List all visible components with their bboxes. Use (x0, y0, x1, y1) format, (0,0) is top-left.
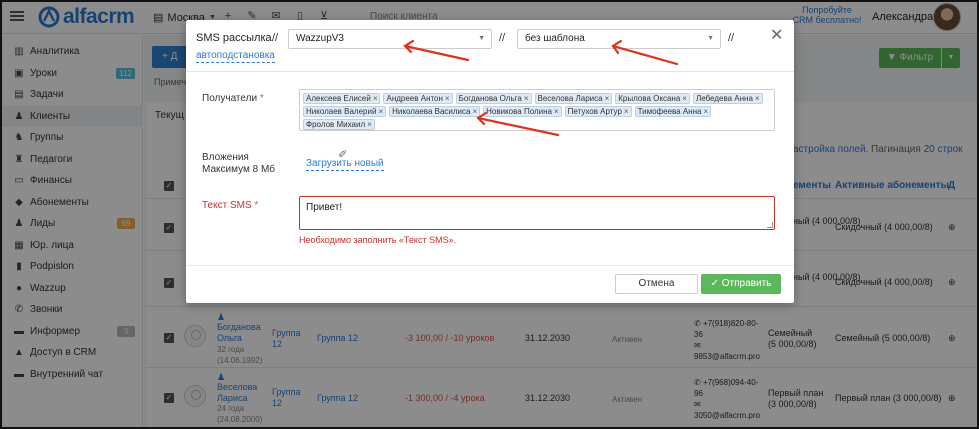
recipient-tag[interactable]: Тимофеева Анна × (634, 106, 712, 117)
sms-broadcast-dialog: SMS рассылка // WazzupV3 ▼ // без шаблон… (186, 20, 794, 303)
required-mark: * (254, 200, 259, 211)
remove-recipient-icon[interactable]: × (472, 107, 477, 116)
recipient-name: Тимофеева Анна (637, 107, 702, 116)
close-icon[interactable]: ✕ (770, 28, 783, 44)
sms-text-input[interactable]: Привет! (299, 196, 775, 230)
upload-new-link[interactable]: Загрузить новый (306, 158, 384, 171)
attachments-label-limit: Максимум 8 Мб (202, 164, 276, 175)
remove-recipient-icon[interactable]: × (373, 94, 378, 103)
remove-recipient-icon[interactable]: × (624, 107, 629, 116)
title-separator: // (499, 32, 506, 44)
recipients-label: Получатели * (202, 93, 264, 105)
sms-text-label-text: Текст SMS (202, 200, 252, 211)
recipient-tag[interactable]: Николаев Валерий × (303, 106, 387, 117)
cancel-button[interactable]: Отмена (615, 274, 698, 294)
sms-text-value: Привет! (306, 202, 343, 213)
recipient-name: Крылова Оксана (618, 94, 681, 103)
recipient-tag[interactable]: Петухов Артур × (564, 106, 632, 117)
remove-recipient-icon[interactable]: × (703, 107, 708, 116)
recipient-name: Андреев Антон (386, 94, 443, 103)
channel-value: WazzupV3 (296, 33, 344, 44)
recipient-tag[interactable]: Лебедева Анна × (692, 93, 763, 104)
recipient-tag[interactable]: Андреев Антон × (383, 93, 453, 104)
recipients-field[interactable]: Алексеев Елисей × Андреев Антон × Богданова … (299, 89, 775, 131)
remove-recipient-icon[interactable]: × (445, 94, 450, 103)
attachments-label: Вложения Максимум 8 Мб (202, 152, 275, 176)
recipients-label-text: Получатели (202, 93, 258, 104)
recipient-name: Николаев Валерий (306, 107, 377, 116)
remove-recipient-icon[interactable]: × (605, 94, 610, 103)
remove-recipient-icon[interactable]: × (682, 94, 687, 103)
sms-text-error: Необходимо заполнить «Текст SMS». (299, 235, 457, 245)
dialog-header: SMS рассылка // WazzupV3 ▼ // без шаблон… (186, 20, 794, 72)
remove-recipient-icon[interactable]: × (554, 107, 559, 116)
recipient-name: Фролов Михаил (306, 120, 366, 129)
dialog-title: SMS рассылка (196, 32, 272, 44)
send-button[interactable]: ✓ Отправить (701, 274, 781, 294)
remove-recipient-icon[interactable]: × (755, 94, 760, 103)
recipient-tag[interactable]: Богданова Ольга × (455, 93, 532, 104)
sms-text-label: Текст SMS * (202, 200, 258, 212)
attachments-label-title: Вложения (202, 152, 249, 163)
required-mark: * (259, 93, 264, 104)
title-separator: // (272, 32, 279, 44)
recipient-tag[interactable]: Веселова Лариса × (534, 93, 613, 104)
recipient-tag[interactable]: Фролов Михаил × (303, 119, 375, 130)
template-value: без шаблона (525, 33, 585, 44)
channel-select[interactable]: WazzupV3 ▼ (288, 29, 492, 49)
recipient-name: Богданова Ольга (458, 94, 522, 103)
recipient-tag[interactable]: Алексеев Елисей × (303, 93, 381, 104)
remove-recipient-icon[interactable]: × (378, 107, 383, 116)
template-select[interactable]: без шаблона ▼ (517, 29, 721, 49)
autosubstitution-link[interactable]: автоподстановка (196, 50, 275, 63)
chevron-down-icon: ▼ (478, 35, 485, 42)
resize-handle-icon[interactable] (767, 222, 773, 228)
remove-recipient-icon[interactable]: × (524, 94, 529, 103)
recipient-name: Николаева Василиса (392, 107, 471, 116)
recipient-name: Веселова Лариса (537, 94, 603, 103)
chevron-down-icon: ▼ (707, 35, 714, 42)
title-separator: // (728, 32, 735, 44)
dialog-footer-divider (186, 265, 794, 266)
remove-recipient-icon[interactable]: × (367, 120, 372, 129)
recipient-tag[interactable]: Новикова Полина × (483, 106, 562, 117)
recipient-tag[interactable]: Крылова Оксана × (615, 93, 690, 104)
recipient-name: Лебедева Анна (695, 94, 753, 103)
recipient-name: Алексеев Елисей (306, 94, 371, 103)
recipient-tag[interactable]: Николаева Василиса × (389, 106, 481, 117)
recipient-name: Новикова Полина (486, 107, 552, 116)
recipient-name: Петухов Артур (567, 107, 622, 116)
